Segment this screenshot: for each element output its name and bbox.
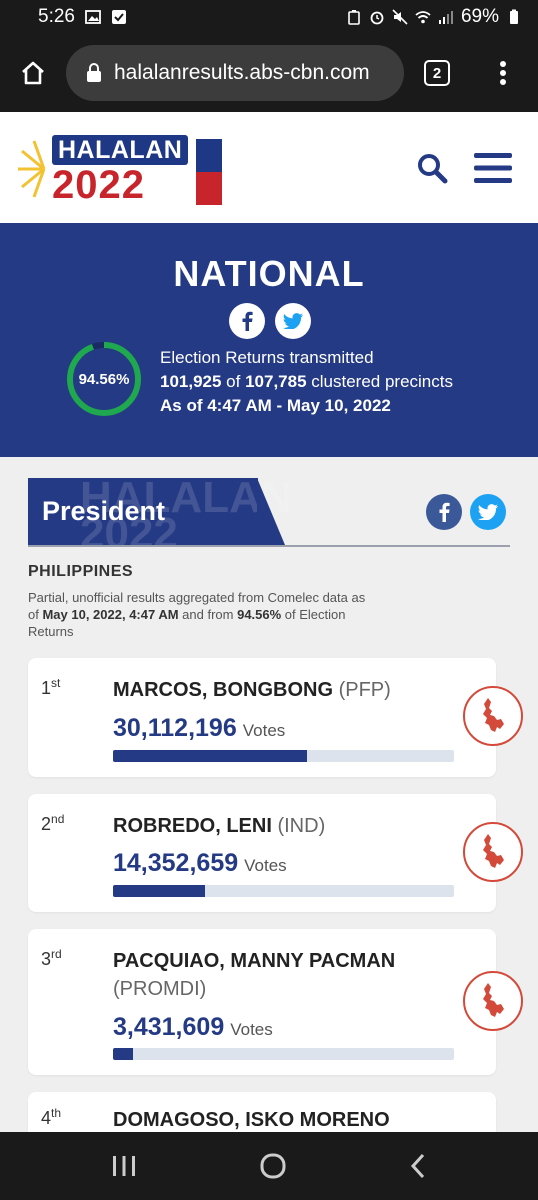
candidate-votes: 3,431,609 Votes: [113, 1013, 273, 1041]
election-returns-info: Election Returns transmitted 101,925 of …: [160, 346, 453, 418]
flag-icon: [196, 138, 222, 205]
philippines-map-icon: [483, 983, 504, 1017]
sun-rays-icon: [18, 139, 46, 198]
mute-icon: [392, 9, 408, 25]
twitter-share-button[interactable]: [470, 494, 506, 530]
philippines-map-icon: [483, 698, 504, 732]
browser-menu-button[interactable]: [470, 34, 536, 112]
clock: 5:26: [38, 6, 75, 27]
candidate-party: (PFP): [338, 679, 391, 701]
candidate-name: PACQUIAO, MANNY PACMAN (PROMDI): [113, 950, 396, 1000]
er-line2: 101,925 of 107,785 clustered precincts: [160, 370, 453, 394]
candidate-rank: 3rd: [41, 947, 62, 969]
logo-halalan-text: HALALAN: [52, 134, 189, 165]
candidate-card[interactable]: 1st MARCOS, BONGBONG (PFP) 30,112,196 Vot…: [28, 658, 523, 777]
candidate-party: (IND): [277, 815, 326, 837]
signal-icon: [438, 11, 453, 24]
total-count: 107,785: [245, 372, 307, 391]
candidate-rank: 2nd: [41, 812, 65, 834]
candidate-party: (PROMDI): [113, 978, 207, 1000]
home-circle-icon[interactable]: [259, 1152, 287, 1180]
facebook-share-button[interactable]: [426, 494, 462, 530]
candidate-name: MARCOS, BONGBONG (PFP): [113, 679, 391, 701]
map-button[interactable]: [463, 822, 523, 882]
vote-bar: [113, 750, 454, 762]
vote-bar: [113, 1048, 454, 1060]
of-text: of: [221, 372, 246, 391]
home-button[interactable]: [0, 34, 66, 112]
battery-saver-icon: [348, 10, 360, 25]
vote-bar-fill: [113, 885, 206, 897]
national-title: NATIONAL: [173, 253, 365, 294]
partial-date: May 10, 2022, 4:47 AM: [42, 607, 179, 622]
browser-toolbar: halalanresults.abs-cbn.com 2: [0, 34, 538, 112]
hamburger-menu-icon[interactable]: [474, 152, 512, 184]
candidate-votes: 30,112,196 Votes: [113, 714, 286, 742]
candidate-rank: 4th: [41, 1106, 62, 1128]
more-vert-icon: [500, 61, 506, 85]
transmitted-count: 101,925: [160, 372, 222, 391]
facebook-share-button[interactable]: [229, 303, 265, 339]
national-summary: NATIONAL 94.56% Election Returns transmi…: [0, 223, 538, 457]
region-label: PHILIPPINES: [28, 563, 134, 580]
partial-percent: 94.56%: [237, 607, 282, 622]
national-share-buttons: [229, 303, 311, 339]
tab-count: 2: [424, 60, 450, 86]
section-divider: [28, 545, 510, 547]
twitter-share-button[interactable]: [275, 303, 311, 339]
completion-percent: 94.56%: [78, 370, 130, 388]
president-banner: HALALAN 2022 President: [28, 476, 293, 556]
vote-bar-fill: [113, 1048, 134, 1060]
twitter-icon: [283, 313, 303, 329]
facebook-icon: [439, 502, 450, 522]
battery-percent: 69%: [460, 6, 499, 27]
logo-year-text: 2022: [52, 162, 145, 207]
vote-bar: [113, 885, 454, 897]
site-header: HALALAN 2022: [0, 112, 538, 223]
vote-bar-fill: [113, 750, 308, 762]
completion-ring: 94.56%: [66, 341, 142, 417]
candidate-votes: 14,352,659 Votes: [113, 849, 287, 877]
map-button[interactable]: [463, 971, 523, 1031]
president-header: HALALAN 2022 President: [28, 476, 510, 556]
gallery-icon: [85, 10, 101, 24]
partial-mid: and from: [178, 607, 238, 622]
twitter-icon: [478, 504, 498, 520]
status-bar: 5:26 69%: [0, 0, 538, 34]
recent-apps-icon[interactable]: [111, 1154, 137, 1178]
partial-results-note: Partial, unofficial results aggregated f…: [28, 589, 373, 640]
president-share-buttons: [426, 494, 506, 530]
battery-icon: [510, 9, 518, 24]
facebook-icon: [242, 311, 253, 331]
halalan-logo[interactable]: HALALAN 2022: [14, 129, 226, 207]
candidate-list: 1st MARCOS, BONGBONG (PFP) 30,112,196 Vot…: [28, 658, 523, 1169]
lock-icon: [87, 63, 101, 82]
wifi-icon: [415, 11, 431, 24]
tabs-button[interactable]: 2: [404, 34, 470, 112]
address-bar[interactable]: halalanresults.abs-cbn.com: [66, 45, 404, 101]
search-icon[interactable]: [416, 152, 448, 184]
clustered-text: clustered precincts: [306, 372, 453, 391]
candidate-card[interactable]: 2nd ROBREDO, LENI (IND) 14,352,659 Votes: [28, 794, 523, 912]
candidate-name: DOMAGOSO, ISKO MORENO: [113, 1109, 390, 1131]
philippines-map-icon: [483, 834, 504, 868]
candidate-rank: 1st: [41, 676, 61, 698]
er-line1: Election Returns transmitted: [160, 348, 374, 367]
checkbox-notification-icon: [111, 10, 126, 24]
president-section: HALALAN 2022 President PHILIPPINES Parti…: [28, 476, 510, 640]
home-icon: [22, 61, 44, 85]
alarm-icon: [370, 11, 384, 25]
map-button[interactable]: [463, 686, 523, 746]
candidate-name: ROBREDO, LENI (IND): [113, 815, 326, 837]
system-nav-bar: [0, 1132, 538, 1200]
banner-tail: [257, 478, 285, 545]
back-icon[interactable]: [409, 1152, 427, 1180]
president-title: President: [42, 496, 166, 526]
url-text: halalanresults.abs-cbn.com: [114, 61, 370, 84]
candidate-card[interactable]: 3rd PACQUIAO, MANNY PACMAN (PROMDI) 3,431…: [28, 929, 523, 1075]
as-of-timestamp: As of 4:47 AM - May 10, 2022: [160, 396, 391, 415]
